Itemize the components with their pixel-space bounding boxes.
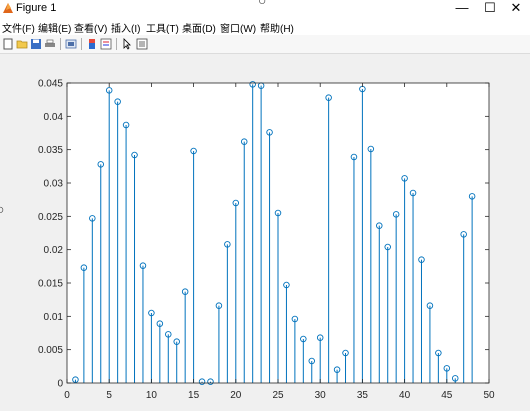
x-tick-label: 50 (483, 390, 495, 401)
x-tick-label: 20 (230, 390, 242, 401)
x-tick-label: 45 (441, 390, 453, 401)
y-tick-label: 0.025 (38, 212, 63, 223)
y-tick-label: 0.015 (38, 279, 63, 290)
partial-circle-glyph: ○ (0, 201, 5, 217)
y-tick-label: 0.01 (44, 312, 64, 323)
y-tick-label: 0.04 (44, 112, 64, 123)
y-tick-label: 0.035 (38, 145, 63, 156)
x-tick-label: 35 (357, 390, 369, 401)
x-tick-label: 30 (315, 390, 327, 401)
x-tick-label: 0 (64, 390, 70, 401)
partial-circle-glyph: ○ (258, 0, 267, 8)
x-tick-label: 15 (188, 390, 200, 401)
y-tick-label: 0.045 (38, 79, 63, 90)
x-tick-label: 10 (146, 390, 158, 401)
x-tick-label: 5 (106, 390, 112, 401)
y-tick-label: 0.005 (38, 345, 63, 356)
x-tick-label: 25 (272, 390, 284, 401)
x-tick-label: 40 (399, 390, 411, 401)
stem-plot: 0 5 10 15 20 25 30 35 40 45 50 0 0.005 0.01 0.015 0.02 0… (38, 79, 495, 402)
y-tick-label: 0.02 (44, 245, 64, 256)
y-tick-label: 0.03 (44, 179, 64, 190)
y-tick-label: 0 (57, 379, 63, 390)
